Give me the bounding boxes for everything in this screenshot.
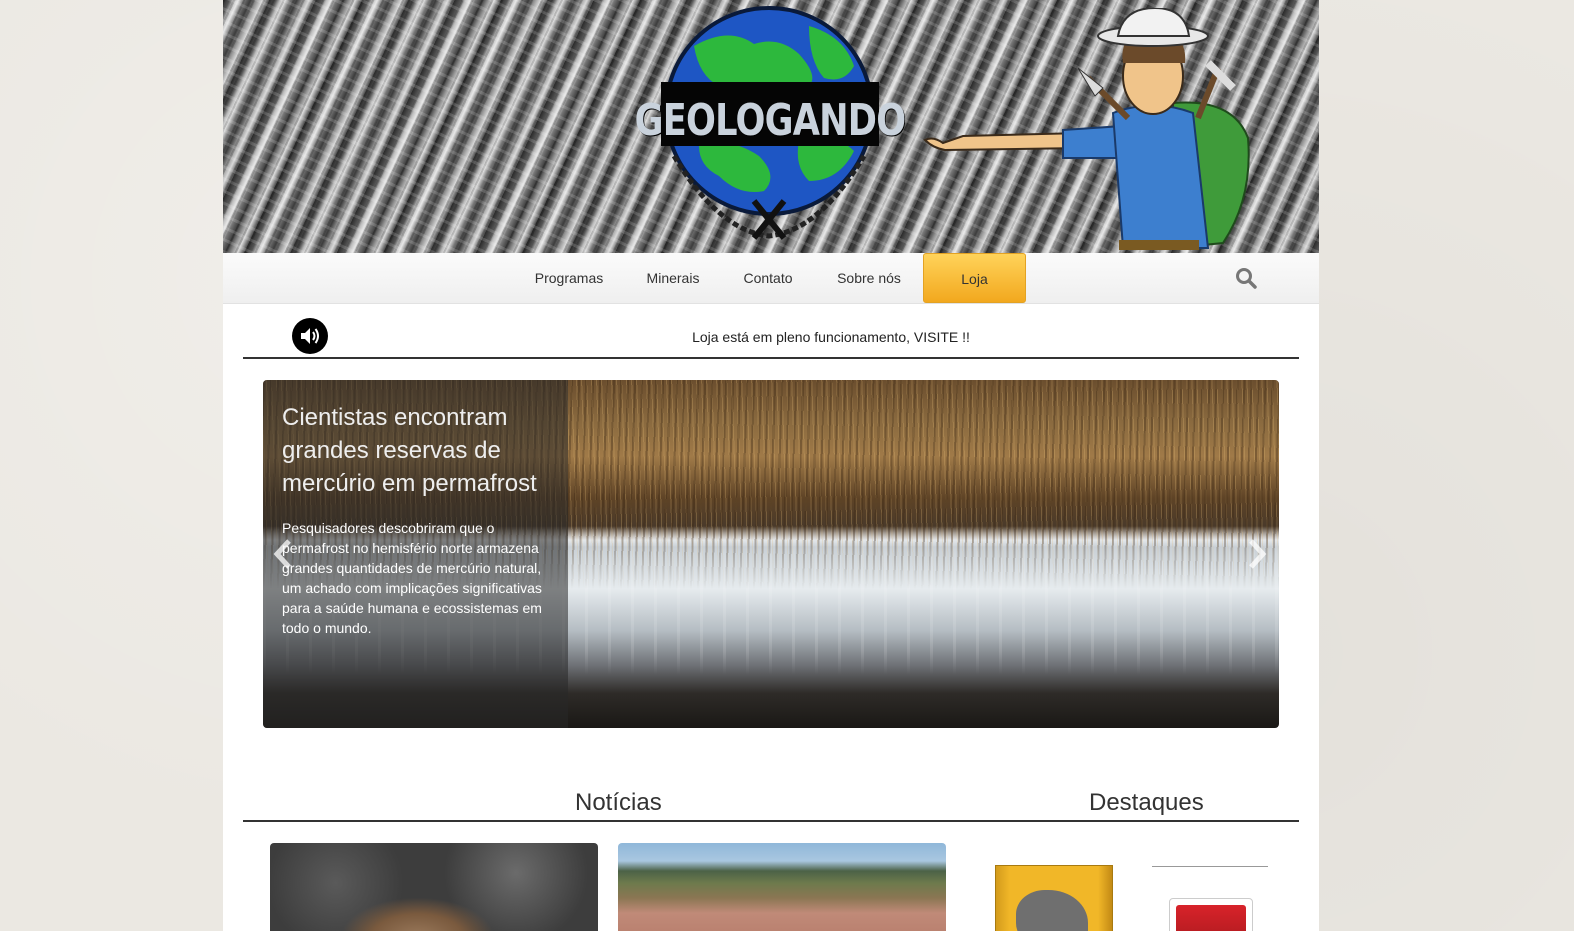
featured-heading: Destaques	[1089, 789, 1204, 816]
page-container: GEOLOGANDO Programas Minerais Contato So…	[223, 0, 1319, 931]
chevron-right-icon[interactable]	[1247, 537, 1267, 571]
featured-product-image[interactable]	[1169, 898, 1253, 931]
search-icon[interactable]	[1235, 267, 1257, 289]
nav-item-loja[interactable]: Loja	[923, 253, 1026, 303]
section-headers: Notícias Destaques	[243, 785, 1299, 822]
carousel-caption: Cientistas encontram grandes reservas de…	[263, 380, 568, 728]
news-card-image[interactable]	[618, 843, 946, 931]
logo-text: GEOLOGANDO	[634, 94, 906, 146]
news-carousel[interactable]: Cientistas encontram grandes reservas de…	[263, 380, 1279, 728]
header-banner: GEOLOGANDO	[223, 0, 1319, 253]
featured-product-image[interactable]	[995, 865, 1113, 931]
product-box	[1176, 905, 1246, 931]
nav-item-minerais[interactable]: Minerais	[636, 253, 710, 303]
nav-item-sobre-nos[interactable]: Sobre nós	[826, 253, 912, 303]
main-nav: Programas Minerais Contato Sobre nós Loj…	[223, 253, 1319, 304]
nav-item-contato[interactable]: Contato	[733, 253, 803, 303]
site-logo[interactable]: GEOLOGANDO	[634, 6, 906, 246]
announcement-text[interactable]: Loja está em pleno funcionamento, VISITE…	[243, 329, 1299, 345]
nav-item-programas[interactable]: Programas	[523, 253, 615, 303]
carousel-title[interactable]: Cientistas encontram grandes reservas de…	[282, 401, 552, 500]
geologist-mascot-icon	[923, 8, 1250, 250]
news-heading: Notícias	[575, 789, 662, 816]
announcement-bar: Loja está em pleno funcionamento, VISITE…	[243, 305, 1299, 359]
chevron-left-icon[interactable]	[273, 537, 293, 571]
carousel-body: Pesquisadores descobriram que o permafro…	[282, 520, 542, 636]
brazil-map-icon	[1016, 890, 1088, 931]
news-card-image[interactable]	[270, 843, 598, 931]
divider	[1152, 866, 1268, 867]
